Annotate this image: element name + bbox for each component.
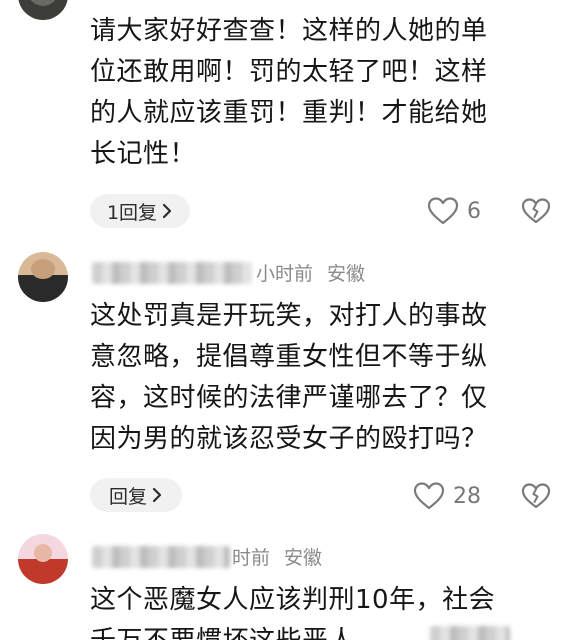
- heart-outline-icon: [427, 196, 459, 226]
- avatar[interactable]: [18, 252, 68, 302]
- comment-text: 这处罚真是开玩笑，对打人的事故 意忽略，提倡尊重女性但不等于纵 容，这时候的法律…: [90, 296, 570, 460]
- reply-button[interactable]: 回复: [90, 478, 182, 512]
- comment-line: 的人就应该重罚！重判！才能给她: [90, 98, 488, 128]
- like-count: 28: [453, 483, 481, 509]
- blurred-emoji: [430, 626, 510, 640]
- dislike-button[interactable]: [521, 197, 551, 225]
- like-button[interactable]: 6: [427, 196, 481, 226]
- avatar[interactable]: [18, 0, 68, 20]
- heart-outline-icon: [413, 481, 445, 511]
- comment-location: 安徽: [327, 263, 366, 285]
- chevron-right-icon: [161, 203, 173, 219]
- avatar[interactable]: [18, 534, 68, 584]
- comment-line: 容，这时候的法律严谨哪去了？仅: [90, 383, 488, 413]
- comment-time: 小时前: [256, 263, 314, 285]
- blurred-username[interactable]: [92, 262, 252, 284]
- comment-line: 意忽略，提倡尊重女性但不等于纵: [90, 342, 488, 372]
- reply-button[interactable]: 1回复: [90, 194, 190, 228]
- blurred-username[interactable]: [92, 546, 230, 568]
- reply-label: 回复: [108, 485, 147, 508]
- comment-location: 安徽: [284, 547, 323, 569]
- comment-line: 这处罚真是开玩笑，对打人的事故: [90, 301, 488, 331]
- comment-line: 这个恶魔女人应该判刑10年，社会: [90, 585, 496, 615]
- dislike-button[interactable]: [521, 482, 551, 510]
- broken-heart-icon: [521, 482, 551, 510]
- like-count: 6: [467, 198, 481, 224]
- comment-meta: 时前 安徽: [232, 547, 322, 569]
- comment-line: 位还敢用啊！罚的太轻了吧！这样: [90, 57, 488, 87]
- comment-line: 请大家好好查查！这样的人她的单: [90, 16, 488, 46]
- comment-text: 请大家好好查查！这样的人她的单 位还敢用啊！罚的太轻了吧！这样 的人就应该重罚！…: [90, 11, 570, 175]
- comment-thread: 请大家好好查查！这样的人她的单 位还敢用啊！罚的太轻了吧！这样 的人就应该重罚！…: [0, 0, 583, 640]
- reply-label: 1回复: [106, 201, 158, 224]
- comment-line: 长记性！: [90, 139, 197, 169]
- like-button[interactable]: 28: [413, 481, 481, 511]
- broken-heart-icon: [521, 197, 551, 225]
- comment-meta: 小时前 安徽: [256, 263, 365, 285]
- comment-line: 因为男的就该忍受女子的殴打吗？: [90, 424, 488, 454]
- chevron-right-icon: [151, 487, 163, 503]
- comment-time: 时前: [232, 547, 271, 569]
